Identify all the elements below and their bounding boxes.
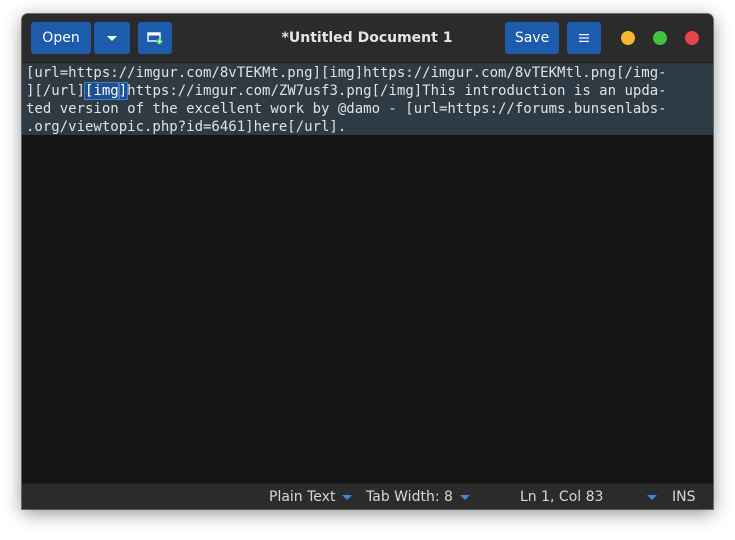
chevron-down-icon	[647, 494, 658, 500]
language-label: Plain Text	[269, 489, 336, 505]
main-menu-button[interactable]	[567, 22, 601, 54]
open-button[interactable]: Open	[31, 22, 91, 54]
language-selector[interactable]: Plain Text	[269, 484, 353, 509]
text-segment: https://imgur.com/ZW7usf3.png[/img]This …	[127, 83, 667, 99]
new-document-button[interactable]	[138, 22, 172, 54]
status-bar: Plain Text Tab Width: 8 Ln 1, Col 83 INS	[22, 483, 713, 509]
save-button-label: Save	[514, 30, 550, 46]
close-button[interactable]	[685, 31, 699, 45]
text-line[interactable]: ][/url][img]https://imgur.com/ZW7usf3.pn…	[26, 82, 667, 100]
text-segment: ][/url]	[26, 83, 86, 99]
bracket-match-highlight: [img	[84, 82, 120, 100]
open-button-label: Open	[42, 30, 80, 46]
chevron-down-icon	[107, 35, 117, 41]
chevron-down-icon	[342, 494, 353, 500]
cursor-position-label: Ln 1, Col 83	[520, 489, 604, 505]
text-line[interactable]: .org/viewtopic.php?id=6461]here[/url].	[26, 118, 346, 136]
header-bar: Open *Untitled Document 1 Save	[22, 14, 713, 63]
selected-text-block[interactable]: [url=https://imgur.com/8vTEKMt.png][img]…	[22, 63, 713, 135]
editor-window: Open *Untitled Document 1 Save [url=http…	[22, 14, 713, 509]
chevron-down-icon	[459, 494, 470, 500]
text-editor[interactable]: [url=https://imgur.com/8vTEKMt.png][img]…	[22, 63, 713, 483]
minimize-button[interactable]	[621, 31, 635, 45]
text-line[interactable]: [url=https://imgur.com/8vTEKMt.png][img]…	[26, 64, 667, 82]
tab-width-selector[interactable]: Tab Width: 8	[366, 484, 470, 509]
hamburger-menu-icon	[579, 34, 589, 42]
bracket-match-highlight: ]	[117, 82, 129, 100]
insert-mode-indicator: INS	[672, 484, 696, 509]
new-document-icon	[147, 32, 163, 45]
text-line[interactable]: ted version of the excellent work by @da…	[26, 100, 667, 118]
cursor-position-selector[interactable]: Ln 1, Col 83	[520, 484, 658, 509]
tab-width-label: Tab Width: 8	[366, 489, 453, 505]
insert-mode-label: INS	[672, 489, 696, 505]
save-button[interactable]: Save	[505, 22, 559, 54]
maximize-button[interactable]	[653, 31, 667, 45]
open-recent-dropdown-button[interactable]	[94, 22, 130, 54]
window-title: *Untitled Document 1	[281, 30, 453, 46]
